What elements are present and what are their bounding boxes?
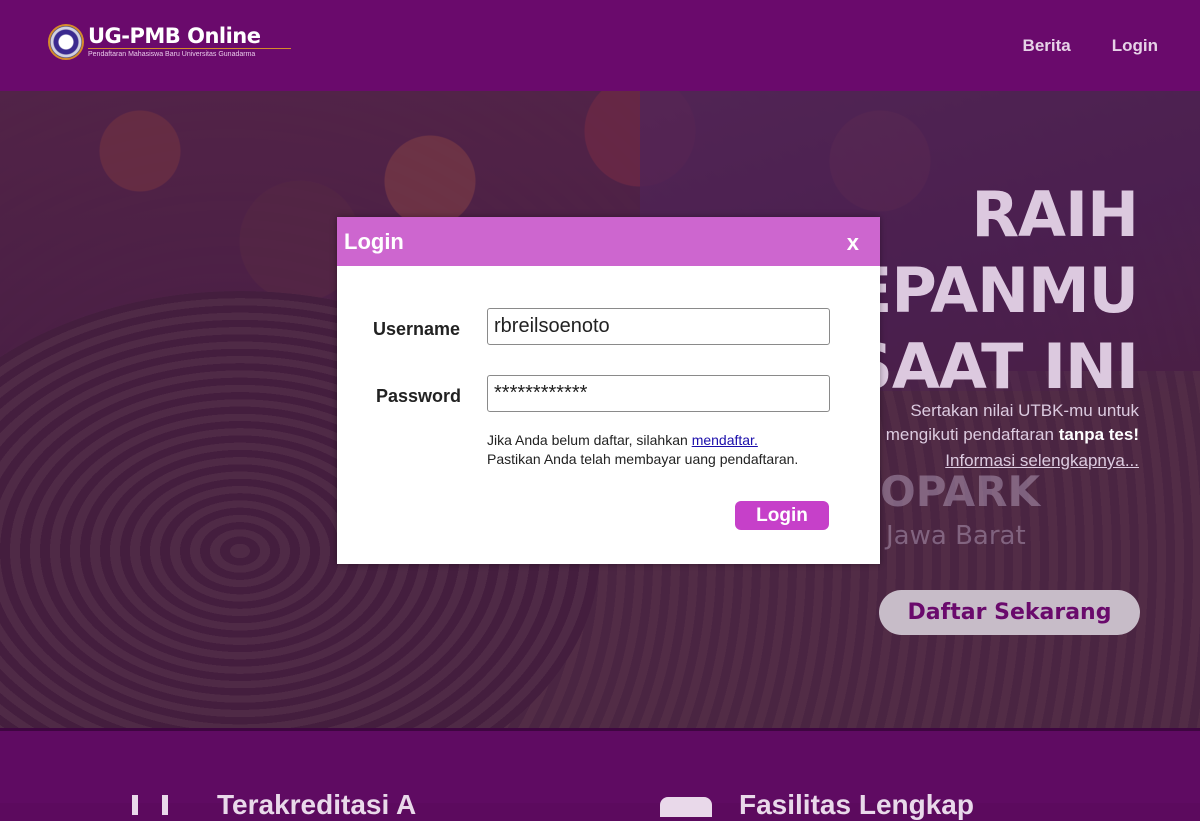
university-emblem-icon <box>48 24 84 60</box>
hero-subtext-line1: Sertakan nilai UTBK-mu untuk <box>910 401 1139 420</box>
login-modal-title: Login <box>344 229 404 254</box>
features-strip: Terakreditasi A Fasilitas Lengkap <box>0 728 1200 820</box>
hero-subtext-bold: tanpa tes! <box>1058 425 1139 444</box>
hero-subtext-line2-text: mengikuti pendaftaran <box>885 425 1054 444</box>
close-button[interactable]: x <box>847 230 859 256</box>
main-nav: Berita Login <box>1023 36 1158 56</box>
login-submit-button[interactable]: Login <box>735 501 829 530</box>
hero-subtext-line2: mengikuti pendaftaran tanpa tes! <box>886 423 1139 447</box>
info-link[interactable]: Informasi selengkapnya... <box>886 449 1139 473</box>
logo-subtitle: Pendaftaran Mahasiswa Baru Universitas G… <box>88 51 256 58</box>
hero-subtext: Sertakan nilai UTBK-mu untuk mengikuti p… <box>886 399 1139 473</box>
logo-title: UG-PMB Online <box>88 25 291 49</box>
logo-text: UG-PMB Online Pendaftaran Mahasiswa Baru… <box>88 25 291 59</box>
register-link[interactable]: mendaftar. <box>692 432 758 448</box>
login-modal-header: Login x <box>337 217 880 266</box>
username-input[interactable] <box>487 308 830 345</box>
help-line2: Pastikan Anda telah membayar uang pendaf… <box>487 451 799 467</box>
nav-login[interactable]: Login <box>1112 36 1158 56</box>
feature-accreditation: Terakreditasi A <box>217 789 417 820</box>
password-label: Password <box>376 386 462 406</box>
help-prefix: Jika Anda belum daftar, silahkan <box>487 432 688 448</box>
site-header: UG-PMB Online Pendaftaran Mahasiswa Baru… <box>0 0 1200 91</box>
background-sign-subtext: Jawa Barat <box>886 521 1026 551</box>
accreditation-icon <box>132 795 168 815</box>
login-modal: Login x Username Password Jika Anda belu… <box>337 217 880 564</box>
site-logo[interactable]: UG-PMB Online Pendaftaran Mahasiswa Baru… <box>48 24 291 60</box>
background-sign-text: OPARK <box>880 467 1041 516</box>
password-input[interactable] <box>487 375 830 412</box>
login-help-text: Jika Anda belum daftar, silahkan mendaft… <box>487 431 798 469</box>
facility-icon <box>660 797 712 817</box>
nav-berita[interactable]: Berita <box>1023 36 1071 56</box>
daftar-sekarang-button[interactable]: Daftar Sekarang <box>879 590 1140 635</box>
feature-facilities: Fasilitas Lengkap <box>739 789 974 820</box>
username-label: Username <box>373 319 461 339</box>
